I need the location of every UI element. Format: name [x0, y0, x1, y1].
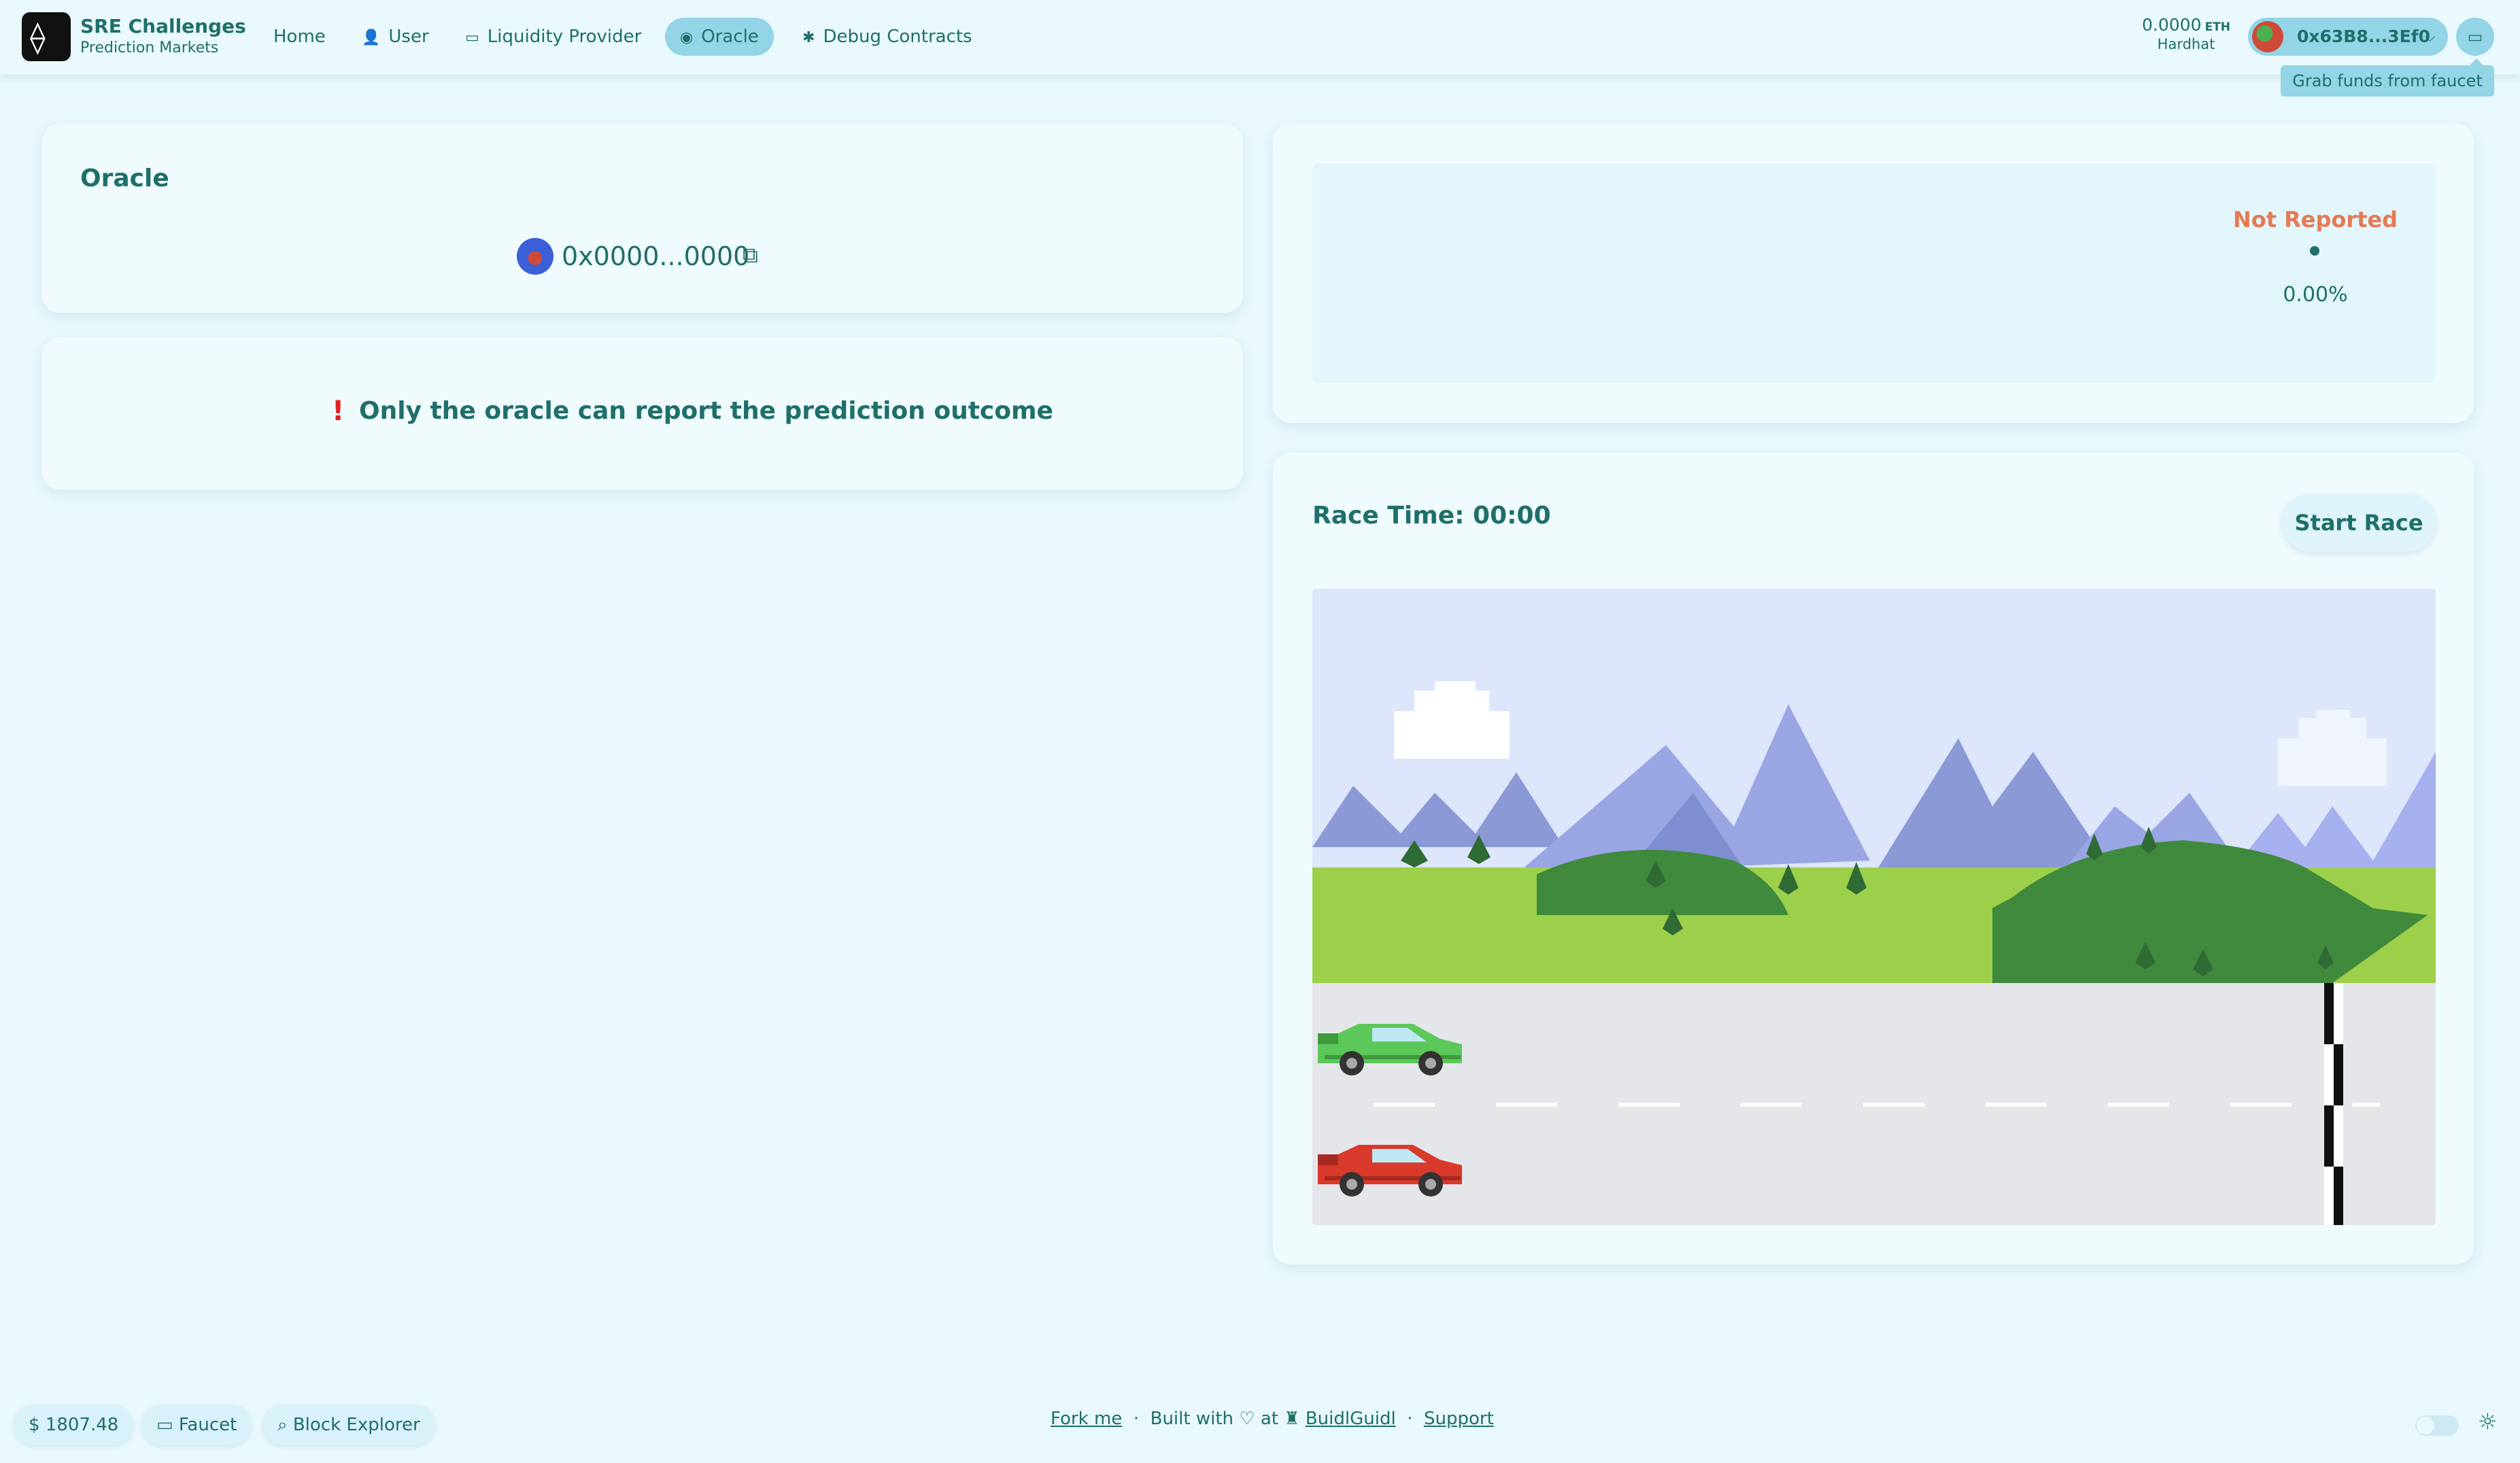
- account-address: 0x63B8...3Ef0: [2297, 27, 2430, 46]
- search-icon: ⌕: [277, 1415, 288, 1435]
- balance-unit: ETH: [2204, 20, 2231, 34]
- balance-value: 0.0000: [2142, 15, 2202, 35]
- race-scene-graphic: [1312, 589, 2436, 1225]
- oracle-avatar: [517, 238, 554, 275]
- heart-icon: ♡: [1239, 1409, 1255, 1429]
- bug-icon: ✱: [802, 29, 815, 46]
- footer-separator: ·: [1407, 1409, 1413, 1429]
- banknote-icon: ▭: [2467, 27, 2483, 46]
- oracle-notice-text: Only the oracle can report the predictio…: [359, 397, 1053, 425]
- exclamation-icon: !: [332, 396, 345, 427]
- banknote-icon: ▭: [465, 29, 479, 46]
- chevron-down-icon: ⌵: [2425, 29, 2436, 45]
- faucet-wallet-button[interactable]: ▭: [2456, 18, 2494, 56]
- finish-line: [2324, 983, 2343, 1225]
- eth-price-badge[interactable]: $ 1807.48: [14, 1405, 134, 1445]
- buidlguidl-link[interactable]: BuidlGuidl: [1306, 1409, 1396, 1429]
- start-race-button[interactable]: Start Race: [2282, 494, 2436, 552]
- oracle-address: 0x0000...0000: [562, 241, 750, 271]
- faucet-tooltip: Grab funds from faucet: [2281, 58, 2494, 97]
- banknote-icon: ▭: [156, 1415, 173, 1435]
- footer-separator: ·: [1133, 1409, 1140, 1429]
- block-explorer-button[interactable]: ⌕ Block Explorer: [262, 1405, 435, 1445]
- block-explorer-label: Block Explorer: [292, 1415, 420, 1435]
- nav-home-label: Home: [273, 27, 326, 47]
- wallet-balance: 0.0000 ETH Hardhat: [2142, 15, 2230, 52]
- brand-title[interactable]: SRE Challenges: [80, 15, 246, 37]
- ethereum-logo-icon: ⟠: [30, 18, 46, 55]
- oracle-card: [42, 124, 1243, 313]
- at-text: at: [1260, 1409, 1278, 1429]
- network-name: Hardhat: [2157, 36, 2215, 52]
- top-navbar: ⟠ SRE Challenges Prediction Markets Home…: [0, 0, 2520, 75]
- nav-user-label: User: [388, 27, 429, 47]
- sun-icon: ☼: [2478, 1409, 2498, 1434]
- nav-debug-contracts-label: Debug Contracts: [823, 27, 972, 47]
- outcome-percentage: 0.00%: [2283, 283, 2348, 307]
- race-timer: Race Time: 00:00: [1312, 502, 1551, 530]
- built-with-text: Built with: [1150, 1409, 1233, 1429]
- theme-toggle-knob: [2417, 1417, 2434, 1434]
- account-avatar: [2252, 21, 2283, 52]
- oracle-card-title: Oracle: [80, 165, 169, 192]
- support-link[interactable]: Support: [1424, 1409, 1494, 1429]
- user-icon: 👤: [362, 29, 381, 46]
- nav-user[interactable]: 👤 User: [347, 18, 444, 56]
- buidlguidl-logo-icon: ♜: [1284, 1409, 1300, 1429]
- dollar-icon: $: [29, 1415, 40, 1435]
- app-logo[interactable]: ⟠: [22, 12, 71, 61]
- nav-debug-contracts[interactable]: ✱ Debug Contracts: [787, 18, 987, 56]
- nav-oracle-label: Oracle: [701, 27, 759, 47]
- brand-subtitle: Prediction Markets: [80, 39, 219, 56]
- fork-me-link[interactable]: Fork me: [1051, 1409, 1122, 1429]
- status-dot: [2310, 246, 2319, 256]
- account-dropdown-button[interactable]: 0x63B8...3Ef0 ⌵: [2248, 18, 2448, 56]
- faucet-button[interactable]: ▭ Faucet: [141, 1405, 252, 1445]
- nav-home[interactable]: Home: [258, 18, 341, 56]
- outcome-status: Not Reported: [2232, 207, 2398, 233]
- race-track-scene: [1312, 589, 2436, 1225]
- faucet-label: Faucet: [178, 1415, 237, 1435]
- nav-liquidity-provider[interactable]: ▭ Liquidity Provider: [450, 18, 656, 56]
- nav-liquidity-provider-label: Liquidity Provider: [487, 27, 642, 47]
- outcome-status-panel: [1312, 163, 2436, 383]
- nav-oracle[interactable]: ◉ Oracle: [665, 18, 774, 56]
- eth-price: 1807.48: [45, 1415, 119, 1435]
- copy-icon[interactable]: ⧉: [743, 242, 758, 269]
- eye-icon: ◉: [680, 29, 694, 46]
- footer-links: Fork me · Built with ♡ at ♜ BuidlGuidl ·…: [1051, 1407, 1494, 1430]
